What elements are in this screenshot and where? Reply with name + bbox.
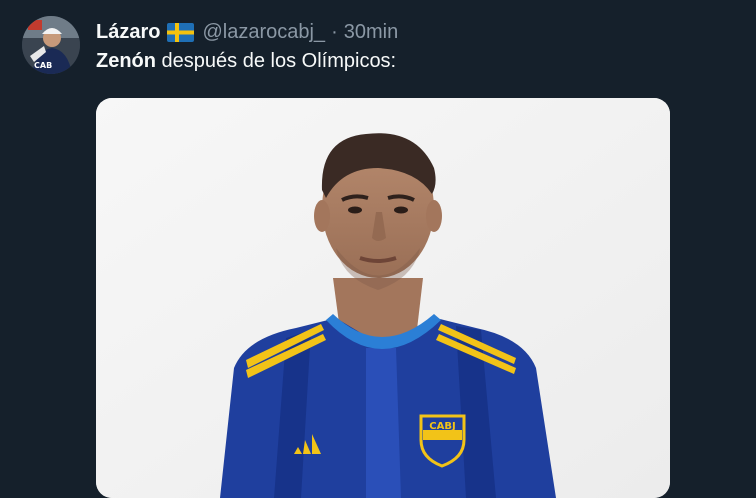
author-handle[interactable]: @lazarocabj_ <box>202 21 325 44</box>
tweet-timestamp[interactable]: 30min <box>344 21 398 44</box>
player-photo: CABJ <box>96 98 670 498</box>
tweet[interactable]: CAB Lázaro @lazarocabj_ · 30min Zenón de… <box>0 0 756 498</box>
tweet-media-image[interactable]: CABJ <box>96 98 670 498</box>
crest-text: CABJ <box>429 421 455 432</box>
tweet-text: Zenón después de los Olímpicos: <box>96 50 396 73</box>
tweet-header: Lázaro @lazarocabj_ · 30min <box>96 19 398 45</box>
author-avatar[interactable]: CAB <box>22 16 80 74</box>
author-name[interactable]: Lázaro <box>96 21 160 44</box>
tweet-text-rest: después de los Olímpicos: <box>156 50 397 72</box>
boca-crest-icon: CABJ <box>419 414 466 468</box>
sweden-flag-icon <box>167 22 195 42</box>
avatar-image: CAB <box>22 16 80 74</box>
svg-text:CAB: CAB <box>34 61 52 70</box>
tweet-text-bold: Zenón <box>96 50 156 72</box>
separator-dot: · <box>331 20 338 43</box>
